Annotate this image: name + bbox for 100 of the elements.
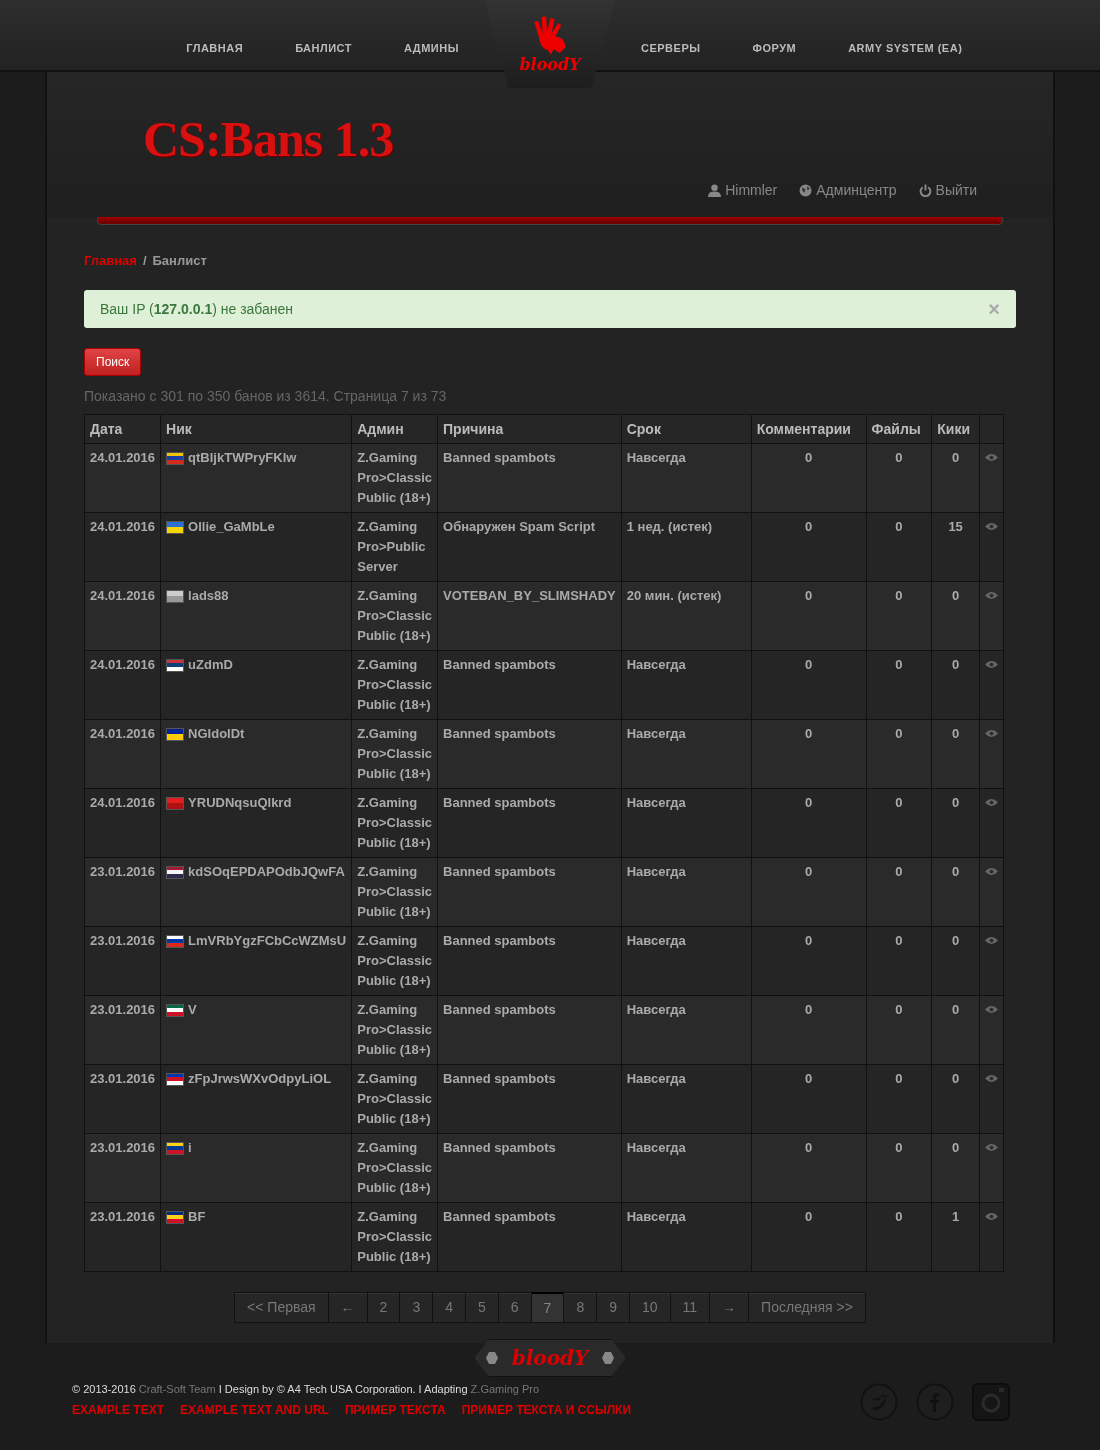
eye-icon[interactable] xyxy=(985,453,998,462)
player-link[interactable]: YRUDNqsuQlkrd xyxy=(188,793,292,813)
eye-icon[interactable] xyxy=(985,798,998,807)
eye-icon[interactable] xyxy=(985,1005,998,1014)
table-cell: 23.01.2016 xyxy=(84,926,161,996)
footer-link[interactable]: EXAMPLE TEXT AND URL xyxy=(180,1403,329,1417)
column-header[interactable]: Причина xyxy=(437,414,622,444)
header-link[interactable]: Выйти xyxy=(918,182,977,198)
breadcrumb-link[interactable]: Главная xyxy=(84,253,137,268)
player-link[interactable]: qtBljkTWPryFKlw xyxy=(188,448,297,468)
eye-icon[interactable] xyxy=(985,660,998,669)
table-cell: Z.Gaming Pro>Classic Public (18+) xyxy=(351,926,438,996)
camera-icon[interactable] xyxy=(972,1383,1010,1421)
page-link[interactable]: << Первая xyxy=(234,1292,328,1323)
credit-link[interactable]: Z.Gaming Pro xyxy=(470,1383,540,1395)
player-link[interactable]: Ollie_GaMbLe xyxy=(188,517,275,537)
flag-icon xyxy=(166,520,185,534)
column-header[interactable]: Кики xyxy=(931,414,980,444)
table-cell: 0 xyxy=(931,1064,980,1134)
table-cell: Навсегда xyxy=(621,926,752,996)
table-cell: Banned spambots xyxy=(437,857,622,927)
flag-icon xyxy=(166,1141,185,1155)
logo-badge[interactable]: bloodY xyxy=(485,0,615,88)
eye-icon[interactable] xyxy=(985,522,998,531)
column-header[interactable]: Админ xyxy=(351,414,438,444)
page-link[interactable]: Последняя >> xyxy=(748,1292,866,1323)
table-cell: 0 xyxy=(751,1202,867,1272)
flag-icon xyxy=(166,796,185,810)
header-link[interactable]: Himmler xyxy=(708,182,778,198)
table-cell: Banned spambots xyxy=(437,1202,622,1272)
column-header[interactable]: Дата xyxy=(84,414,161,444)
player-link[interactable]: BF xyxy=(188,1207,206,1227)
player-link[interactable]: NGIdolDt xyxy=(188,724,245,744)
table-cell: 24.01.2016 xyxy=(84,788,161,858)
column-header[interactable]: Ник xyxy=(160,414,352,444)
nav-link[interactable]: АДМИНЫ xyxy=(378,42,485,54)
page-link[interactable]: 9 xyxy=(596,1292,629,1323)
table-cell: 0 xyxy=(866,650,932,720)
table-cell: Banned spambots xyxy=(437,1064,622,1134)
table-cell: Banned spambots xyxy=(437,719,622,789)
eye-icon[interactable] xyxy=(985,729,998,738)
table-cell: Z.Gaming Pro>Classic Public (18+) xyxy=(351,788,438,858)
page-link[interactable]: 6 xyxy=(497,1292,531,1323)
table-cell: Z.Gaming Pro>Classic Public (18+) xyxy=(351,719,438,789)
table-cell: 0 xyxy=(751,857,867,927)
nav-link[interactable]: ГЛАВНАЯ xyxy=(160,42,270,54)
table-cell: 0 xyxy=(751,443,867,513)
eye-icon[interactable] xyxy=(985,936,998,945)
table-cell: Z.Gaming Pro>Classic Public (18+) xyxy=(351,581,438,651)
column-header[interactable]: Комментарии xyxy=(751,414,867,444)
page-link[interactable]: 2 xyxy=(366,1292,400,1323)
table-cell: Навсегда xyxy=(621,650,752,720)
player-link[interactable]: lads88 xyxy=(188,586,229,606)
header-link[interactable]: Админцентр xyxy=(799,182,897,198)
page-link[interactable]: 8 xyxy=(563,1292,597,1323)
flag-icon xyxy=(166,934,185,948)
player-link[interactable]: V xyxy=(188,1000,197,1020)
page-link[interactable]: 5 xyxy=(465,1292,498,1323)
credit-link[interactable]: Craft-Soft Team xyxy=(138,1383,216,1395)
column-header[interactable]: Файлы xyxy=(866,414,932,444)
power-icon xyxy=(918,183,932,197)
nav-link[interactable]: ARMY SYSTEM (EA) xyxy=(822,42,989,54)
nav-link[interactable]: СЕРВЕРЫ xyxy=(615,42,727,54)
table-cell: 23.01.2016 xyxy=(84,1064,161,1134)
table-cell: 0 xyxy=(931,581,980,651)
copyright-text: © 2013-2016 Craft-Soft Team I Design by © A4 Tech USA Corporation. I Adapting Z.Gaming Pro xyxy=(72,1383,541,1395)
page-link[interactable]: 3 xyxy=(399,1292,433,1323)
player-link[interactable]: uZdmD xyxy=(188,655,233,675)
table-cell: 0 xyxy=(751,719,867,789)
table-cell: 0 xyxy=(751,1064,867,1134)
page-link[interactable]: 10 xyxy=(629,1292,670,1323)
nav-link[interactable]: БАНЛИСТ xyxy=(269,42,378,54)
player-link[interactable]: i xyxy=(188,1138,192,1158)
eye-icon[interactable] xyxy=(985,591,998,600)
table-cell: Z.Gaming Pro>Classic Public (18+) xyxy=(351,1202,438,1272)
nav-link[interactable]: ФОРУМ xyxy=(726,42,823,54)
page-link[interactable]: 7 xyxy=(530,1292,564,1323)
page-link[interactable]: ← xyxy=(327,1292,367,1323)
flag-icon xyxy=(166,658,185,672)
footer-link[interactable]: ПРИМЕР ТЕКСТА xyxy=(344,1403,446,1417)
footer-link[interactable]: ПРИМЕР ТЕКСТА И ССЫЛКИ xyxy=(461,1403,632,1417)
page-link[interactable]: 11 xyxy=(669,1292,710,1323)
eye-icon[interactable] xyxy=(985,867,998,876)
column-header[interactable]: Срок xyxy=(621,414,752,444)
user-icon xyxy=(708,183,722,197)
eye-icon[interactable] xyxy=(985,1143,998,1152)
footer-link[interactable]: EXAMPLE TEXT xyxy=(72,1403,164,1417)
eye-icon[interactable] xyxy=(985,1074,998,1083)
table-cell: Z.Gaming Pro>Classic Public (18+) xyxy=(351,1064,438,1134)
flag-icon xyxy=(166,865,185,879)
bolt-icon xyxy=(485,1352,498,1364)
eye-icon[interactable] xyxy=(985,1212,998,1221)
logo-text: bloodY xyxy=(519,56,581,74)
page-link[interactable]: → xyxy=(709,1292,749,1323)
table-cell: 0 xyxy=(931,995,980,1065)
search-button[interactable]: Поиск xyxy=(84,348,142,376)
breadcrumb-link[interactable]: Банлист xyxy=(152,253,207,268)
table-cell: 0 xyxy=(931,788,980,858)
table-cell: Z.Gaming Pro>Classic Public (18+) xyxy=(351,995,438,1065)
page-link[interactable]: 4 xyxy=(432,1292,465,1323)
